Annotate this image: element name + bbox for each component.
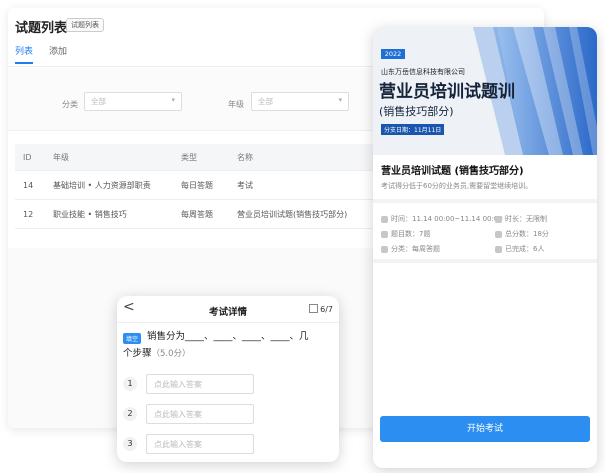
chevron-down-icon: ▾	[171, 96, 175, 104]
info-duration: 时长：无限制	[495, 214, 547, 224]
answer-number: 2	[123, 407, 137, 421]
answer-input[interactable]: 点此输入答案	[146, 434, 254, 454]
user-icon	[495, 245, 502, 253]
col-grade: 年级	[53, 152, 69, 162]
category-select-value: 全部	[91, 97, 106, 106]
grid-icon	[309, 304, 319, 313]
tab-list[interactable]: 列表	[15, 44, 34, 64]
clock-icon	[381, 215, 388, 223]
start-exam-button[interactable]: 开始考试	[380, 416, 590, 442]
info-time-text: 时间：11.14 00:00~11.14 00:00	[391, 215, 503, 223]
answer-row: 1 点此输入答案	[123, 374, 254, 394]
question-text-tail: 个步骤	[123, 348, 152, 359]
info-category-text: 分类：每周答题	[391, 245, 440, 253]
grade-filter-label: 年级	[228, 100, 244, 109]
detail-title: 考试详情	[208, 307, 247, 318]
banner-subtitle: (销售技巧部分)	[379, 105, 454, 118]
answer-input[interactable]: 点此输入答案	[146, 404, 254, 424]
cell-grade: 基础培训 • 人力资源部职责	[53, 180, 151, 190]
breadcrumb-badge: 试题列表	[66, 18, 104, 32]
exam-banner: 2022 山东万岳信息科技有限公司 营业员培训试题训 (销售技巧部分) 分支日期…	[373, 27, 597, 155]
score-icon	[495, 230, 502, 238]
grade-select-value: 全部	[258, 97, 273, 106]
page-title: 试题列表	[15, 21, 68, 36]
question-text: 销售分为____、____、____、____、几	[147, 331, 309, 342]
exam-detail-phone: < 考试详情 6/7 填空 销售分为____、____、____、____、几 …	[117, 296, 339, 462]
col-type: 类型	[181, 152, 197, 162]
answer-row: 2 点此输入答案	[123, 404, 254, 424]
info-category: 分类：每周答题	[381, 244, 440, 254]
exam-title: 营业员培训试题 (销售技巧部分)	[381, 166, 524, 177]
question-text-cont: 个步骤（5.0分）	[123, 345, 191, 359]
cell-grade: 职业技能 • 销售技巧	[53, 209, 127, 219]
year-badge: 2022	[381, 49, 405, 59]
tab-add[interactable]: 添加	[49, 44, 67, 64]
category-filter-label: 分类	[62, 100, 78, 109]
info-total-text: 总分数：18分	[505, 230, 549, 238]
answer-row: 3 点此输入答案	[123, 434, 254, 454]
col-id: ID	[23, 152, 32, 162]
divider	[373, 199, 597, 203]
cell-id: 12	[23, 209, 34, 219]
grade-select[interactable]: 全部 ▾	[251, 92, 349, 111]
exam-description: 考试得分低于60分的业务员,需要留堂继续培训。	[381, 182, 533, 190]
info-count: 题目数：7题	[381, 229, 430, 239]
banner-date: 分支日期：11月11日	[381, 124, 445, 135]
question-points: （5.0分）	[151, 349, 191, 359]
tab-bar: 列表 添加	[15, 44, 67, 64]
company-name: 山东万岳信息科技有限公司	[381, 68, 465, 76]
progress-text: 6/7	[320, 305, 333, 314]
chevron-down-icon: ▾	[338, 96, 342, 104]
info-duration-text: 时长：无限制	[505, 215, 547, 223]
info-done: 已完成：6人	[495, 244, 544, 254]
cell-id: 14	[23, 180, 34, 190]
divider	[373, 259, 597, 263]
answer-number: 1	[123, 377, 137, 391]
tag-icon	[381, 245, 388, 253]
cell-type: 每周答题	[181, 209, 213, 219]
cell-type: 每日答题	[181, 180, 213, 190]
category-select[interactable]: 全部 ▾	[84, 92, 182, 111]
answer-input[interactable]: 点此输入答案	[146, 374, 254, 394]
info-time: 时间：11.14 00:00~11.14 00:00	[381, 214, 503, 224]
exam-card: 2022 山东万岳信息科技有限公司 营业员培训试题训 (销售技巧部分) 分支日期…	[373, 27, 597, 468]
question-progress[interactable]: 6/7	[309, 304, 333, 314]
question-type-badge: 填空	[123, 333, 142, 344]
info-count-text: 题目数：7题	[391, 230, 431, 238]
info-total: 总分数：18分	[495, 229, 549, 239]
banner-title: 营业员培训试题训	[379, 82, 515, 102]
answer-number: 3	[123, 437, 137, 451]
info-done-text: 已完成：6人	[505, 245, 545, 253]
list-icon	[381, 230, 388, 238]
detail-header: < 考试详情 6/7	[117, 296, 339, 323]
timer-icon	[495, 215, 502, 223]
